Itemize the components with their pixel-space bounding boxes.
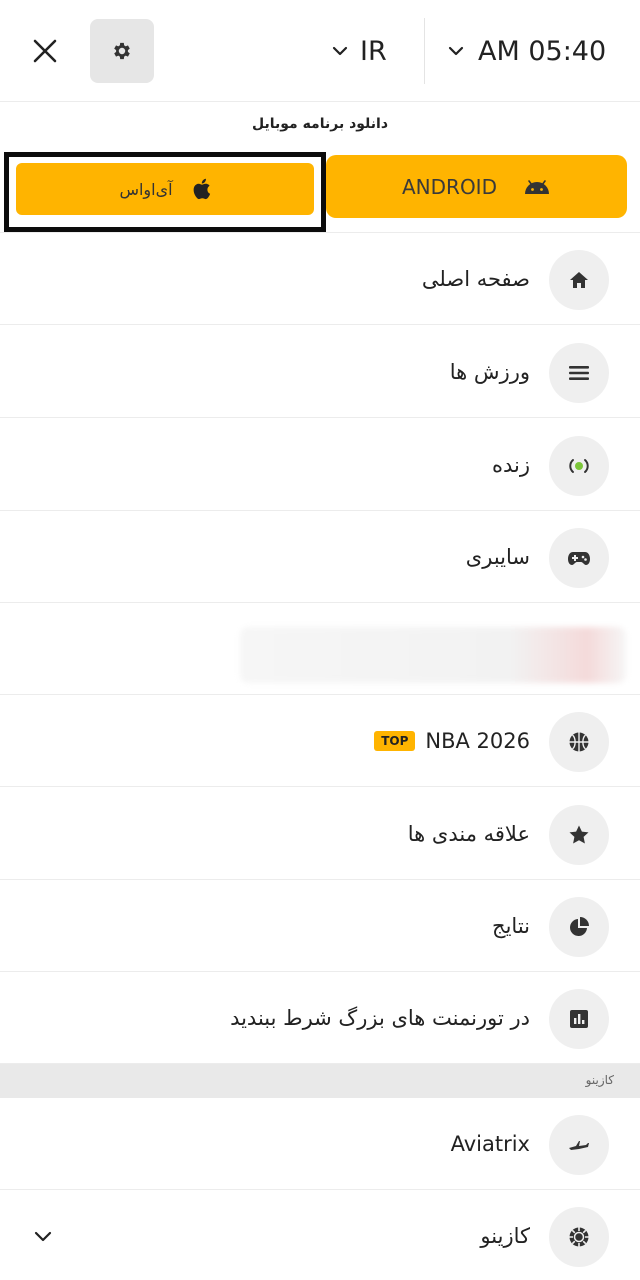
chevron-down-icon (448, 46, 464, 56)
header-divider (424, 18, 425, 84)
menu-label: سایبری (465, 545, 530, 569)
menu-item-nba[interactable]: TOP NBA 2026 (0, 695, 640, 787)
menu-item-home[interactable]: صفحه اصلی (0, 233, 640, 325)
ios-download-button[interactable]: آی‌اواس (16, 163, 314, 215)
time-selector[interactable]: AM 05:40 (448, 30, 606, 72)
top-badge: TOP (374, 731, 416, 751)
menu-item-cyber[interactable]: سایبری (0, 511, 640, 603)
menu-item-tournaments[interactable]: در تورنمنت های بزرگ شرط ببندید (0, 972, 640, 1064)
expand-toggle[interactable] (34, 1190, 52, 1280)
ios-download-frame: آی‌اواس (4, 152, 326, 232)
menu-item-results[interactable]: نتایج (0, 880, 640, 972)
menu-item-sports[interactable]: ورزش ها (0, 326, 640, 418)
casino-chip-icon (569, 1227, 589, 1247)
android-download-button[interactable]: ANDROID (326, 155, 627, 218)
language-label: IR (360, 35, 387, 67)
list-icon (569, 366, 589, 380)
menu-icon-wrap (549, 712, 609, 772)
menu-label: TOP NBA 2026 (374, 695, 530, 787)
menu-icon-wrap (549, 1207, 609, 1267)
menu-item-aviatrix[interactable]: Aviatrix (0, 1098, 640, 1190)
pie-chart-icon (570, 917, 589, 936)
android-icon (524, 179, 549, 194)
menu-label: ورزش ها (449, 360, 530, 384)
apple-icon (193, 178, 210, 200)
basketball-icon (569, 732, 589, 752)
time-label: AM 05:40 (478, 35, 607, 67)
menu-icon-wrap (549, 528, 609, 588)
menu-icon-wrap (549, 897, 609, 957)
gear-icon (114, 42, 130, 60)
menu-icon-wrap (549, 989, 609, 1049)
menu-icon-wrap (549, 343, 609, 403)
star-icon (569, 825, 589, 844)
section-title: کازینو (585, 1073, 614, 1087)
menu-label: زنده (491, 453, 530, 477)
menu-label: علاقه مندی ها (407, 822, 530, 846)
plane-icon (569, 1141, 589, 1150)
menu-item-favorites[interactable]: علاقه مندی ها (0, 788, 640, 880)
gamepad-icon (568, 552, 590, 565)
blurred-content (240, 627, 626, 683)
menu-label: صفحه اصلی (421, 267, 530, 291)
live-dot-icon (569, 459, 589, 473)
menu-label: Aviatrix (450, 1132, 530, 1156)
menu-label: نتایج (492, 914, 530, 938)
home-icon (570, 272, 588, 288)
menu-icon-wrap (549, 250, 609, 310)
menu-icon-wrap (549, 805, 609, 865)
android-label: ANDROID (402, 174, 497, 199)
download-app-title: دانلود برنامه موبایل (251, 116, 388, 132)
bar-chart-icon (570, 1010, 588, 1028)
menu-icon-wrap (549, 1115, 609, 1175)
menu-icon-wrap (549, 436, 609, 496)
menu-item-blurred[interactable] (0, 603, 640, 695)
language-selector[interactable]: IR (332, 30, 387, 72)
close-icon (33, 39, 57, 63)
settings-button[interactable] (90, 19, 154, 83)
nba-label: NBA 2026 (425, 729, 530, 753)
chevron-down-icon (34, 1231, 52, 1241)
chevron-down-icon (332, 46, 348, 56)
close-button[interactable] (22, 26, 68, 76)
menu-label: کازینو (480, 1224, 530, 1248)
menu-item-casino[interactable]: کازینو (0, 1190, 640, 1280)
top-bar: IR AM 05:40 (0, 0, 640, 102)
menu-label: در تورنمنت های بزرگ شرط ببندید (230, 1006, 530, 1030)
menu-item-live[interactable]: زنده (0, 419, 640, 511)
casino-section-header: کازینو (0, 1064, 640, 1098)
ios-label: آی‌اواس (119, 179, 173, 199)
